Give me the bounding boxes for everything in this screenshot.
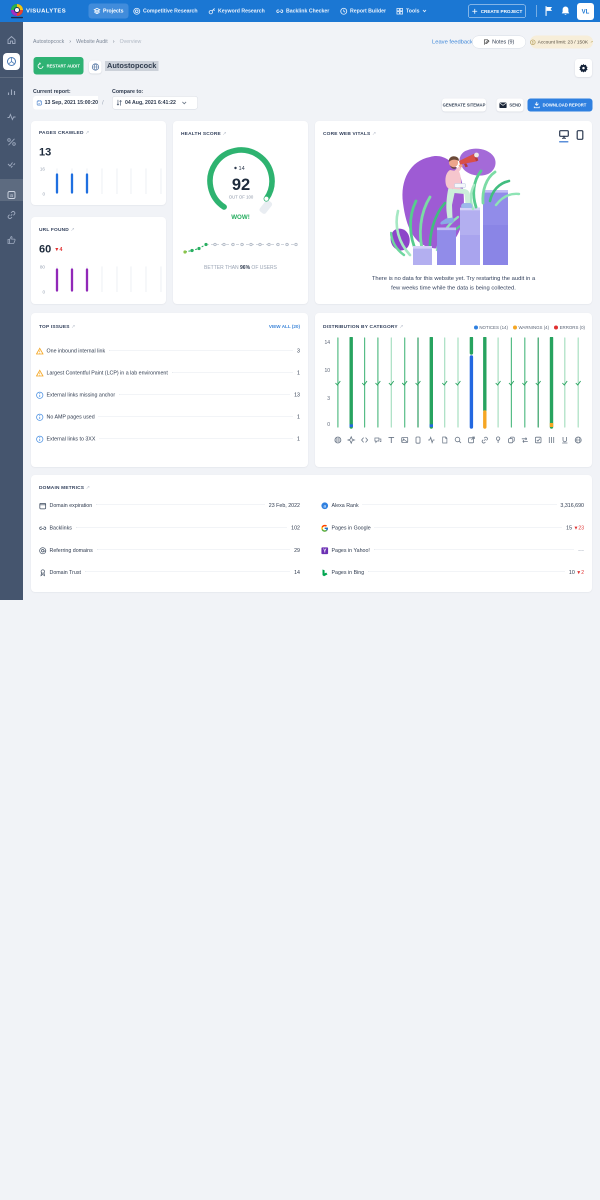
svg-text:0: 0	[42, 192, 45, 197]
svg-text:14: 14	[239, 166, 245, 172]
svg-text:80: 80	[40, 265, 46, 270]
svg-text:10: 10	[324, 368, 330, 374]
svg-text:$: $	[532, 40, 534, 44]
svg-text:0: 0	[42, 290, 45, 295]
svg-text:3: 3	[327, 396, 330, 402]
svg-text:0: 0	[327, 422, 330, 428]
svg-text:14: 14	[324, 340, 330, 346]
svg-text:OUT OF 100: OUT OF 100	[229, 195, 254, 200]
svg-text:a: a	[10, 193, 13, 199]
svg-text:92: 92	[232, 176, 250, 194]
svg-text:16: 16	[40, 167, 46, 172]
